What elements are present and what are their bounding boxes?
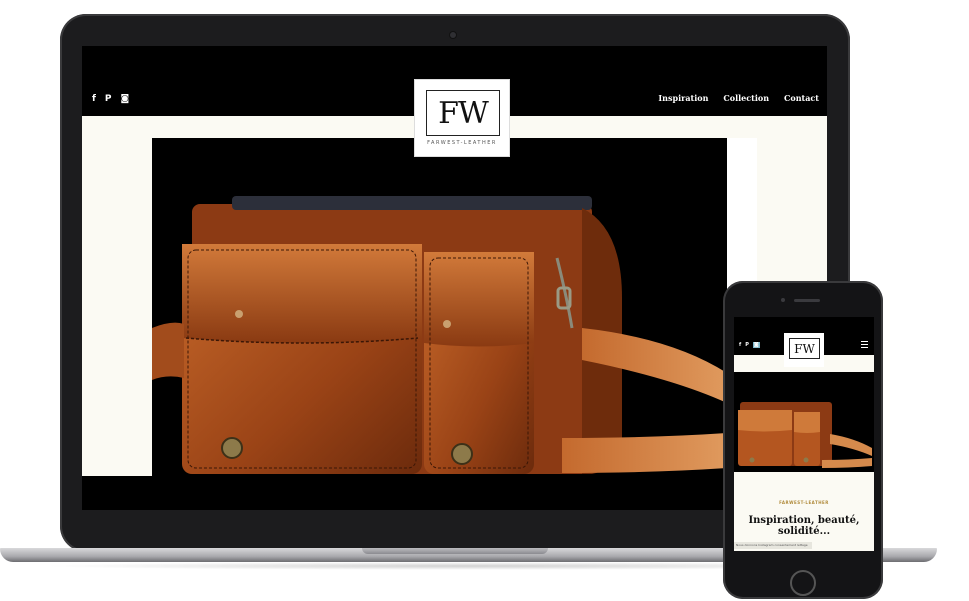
facebook-icon[interactable]: f — [92, 94, 96, 104]
laptop-hinge-notch — [362, 548, 548, 554]
phone-site-logo[interactable]: FW — [784, 333, 824, 367]
logo-tagline: FARWEST-LEATHER — [427, 140, 497, 146]
phone-front-camera — [781, 298, 785, 302]
logo-mark: FW — [789, 338, 820, 359]
phone-speaker — [794, 299, 820, 302]
site-logo[interactable]: FW FARWEST-LEATHER — [415, 80, 509, 156]
instagram-icon[interactable]: ◙ — [121, 94, 130, 104]
nav-item-contact[interactable]: Contact — [784, 93, 819, 103]
facebook-icon[interactable]: f — [739, 342, 741, 348]
laptop-screen: f P ◙ Inspiration Collection Contact FW … — [82, 46, 827, 510]
pinterest-icon[interactable]: P — [745, 342, 749, 348]
instagram-icon[interactable]: ◙ — [752, 342, 760, 348]
phone-section-tagline: FARWEST-LEATHER — [779, 500, 829, 505]
leather-bag-photo — [734, 372, 874, 472]
pinterest-icon[interactable]: P — [105, 94, 112, 104]
phone-cookie-banner[interactable]: Nous donnons Instagram consentement lett… — [734, 542, 812, 549]
hamburger-icon[interactable] — [861, 341, 868, 348]
phone-hero-image — [734, 372, 874, 472]
nav-item-inspiration[interactable]: Inspiration — [658, 93, 708, 103]
phone-screen: f P ◙ FW FARWEST-LEATHER Inspiration, be… — [734, 317, 874, 551]
phone-home-button[interactable] — [790, 570, 816, 596]
main-nav: Inspiration Collection Contact — [658, 93, 819, 103]
social-links: f P ◙ — [92, 94, 129, 104]
hero-image — [152, 138, 757, 478]
logo-mark: FW — [426, 90, 500, 136]
phone-section-heading: Inspiration, beauté, solidité... — [748, 515, 860, 537]
page-footer-strip — [82, 476, 827, 510]
laptop-camera — [450, 32, 456, 38]
nav-item-collection[interactable]: Collection — [723, 93, 769, 103]
phone-social-links: f P ◙ — [739, 342, 760, 348]
leather-bag-photo — [152, 138, 757, 478]
